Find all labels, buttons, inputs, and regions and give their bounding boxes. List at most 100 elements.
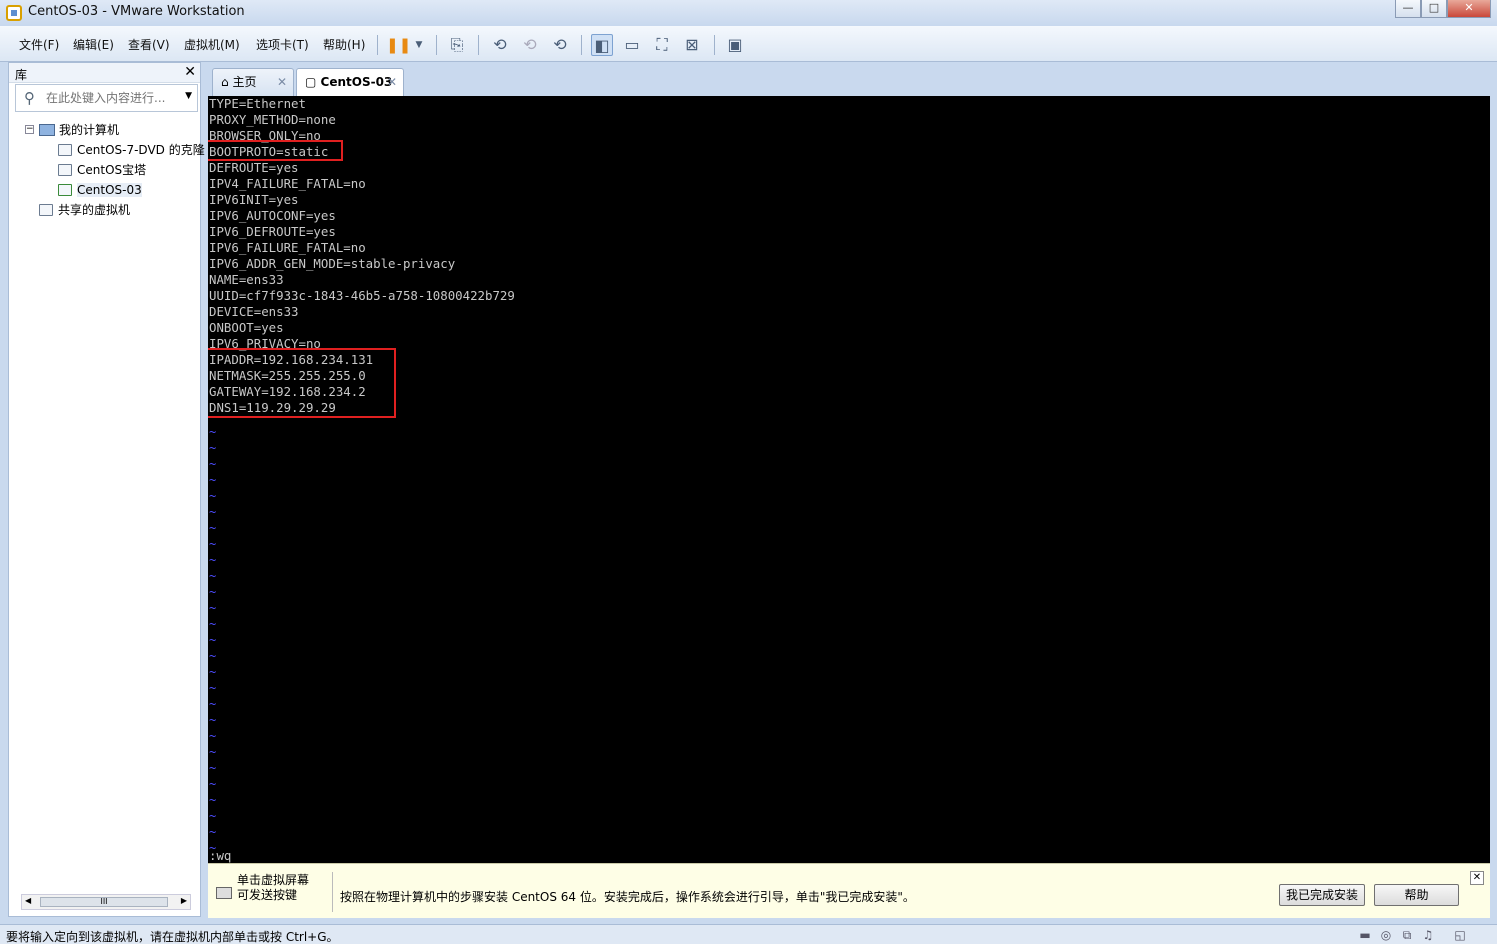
keyboard-icon	[216, 887, 232, 899]
menu-tabs[interactable]: 选项卡(T)	[256, 36, 309, 53]
click-hint-line: 单击虚拟屏幕	[237, 873, 310, 887]
console-line: IPV6_FAILURE_FATAL=no	[209, 240, 366, 255]
message-log-icon[interactable]: ◱	[1452, 928, 1468, 942]
menu-file[interactable]: 文件(F)	[19, 36, 59, 53]
snapshot-take-icon[interactable]: ⟲	[489, 34, 511, 56]
minimize-button[interactable]: —	[1395, 0, 1421, 18]
tree-item-label: CentOS宝塔	[77, 163, 147, 177]
title-bar: CentOS-03 - VMware Workstation — □ ✕	[0, 0, 1497, 26]
search-icon: ⚲	[24, 89, 35, 107]
empty-line-tilde: ~	[209, 441, 217, 455]
tab-label: 主页	[232, 75, 257, 89]
tab-bar: ⌂ 主页 ✕ ▢ CentOS-03 ✕	[208, 62, 1490, 96]
empty-line-tilde: ~	[209, 585, 217, 599]
menu-vm[interactable]: 虚拟机(M)	[184, 36, 240, 53]
maximize-button[interactable]: □	[1421, 0, 1447, 18]
menu-toolbar: 文件(F) 编辑(E) 查看(V) 虚拟机(M) 选项卡(T) 帮助(H) ❚❚…	[0, 26, 1497, 62]
tree-item-shared-vms[interactable]: 共享的虚拟机	[39, 201, 130, 219]
tree-item-label: CentOS-03	[77, 183, 142, 197]
unity-icon[interactable]: ⊠	[681, 34, 703, 56]
snapshot-revert-icon[interactable]: ⟲	[519, 34, 541, 56]
show-thumbnail-bar-icon[interactable]: ▭	[621, 34, 643, 56]
tree-item-vm-selected[interactable]: CentOS-03	[58, 181, 142, 199]
console-line: DEVICE=ens33	[209, 304, 299, 319]
collapse-icon[interactable]: −	[25, 125, 34, 134]
send-ctrl-alt-del-icon[interactable]: ⎘	[446, 34, 468, 56]
cd-dvd-icon[interactable]: ◎	[1378, 928, 1394, 942]
vm-icon	[58, 164, 72, 176]
empty-line-tilde: ~	[209, 601, 217, 615]
library-search[interactable]: ⚲ ▼	[15, 84, 198, 112]
library-panel: 库 ✕ ⚲ ▼ − 我的计算机 CentOS-7-DVD 的克隆 CentOS宝…	[8, 62, 205, 917]
console-line: ONBOOT=yes	[209, 320, 284, 335]
scroll-right-icon[interactable]: ▶	[181, 896, 187, 905]
finish-install-button[interactable]: 我已完成安装	[1279, 884, 1365, 906]
scrollbar-thumb[interactable]: III	[40, 897, 168, 907]
vim-command-line: :wq	[209, 848, 232, 863]
snapshot-manager-icon[interactable]: ⟲	[549, 34, 571, 56]
toolbar-separator	[581, 35, 582, 55]
empty-line-tilde: ~	[209, 553, 217, 567]
toolbar-separator	[478, 35, 479, 55]
network-adapter-icon[interactable]: ⧉	[1399, 928, 1415, 942]
empty-line-tilde: ~	[209, 473, 217, 487]
empty-line-tilde: ~	[209, 777, 217, 791]
toolbar-separator	[436, 35, 437, 55]
scroll-left-icon[interactable]: ◀	[25, 896, 31, 905]
close-icon[interactable]: ✕	[184, 64, 196, 80]
menu-help[interactable]: 帮助(H)	[323, 36, 365, 53]
console-line: IPV6_DEFROUTE=yes	[209, 224, 336, 239]
tab-home[interactable]: ⌂ 主页 ✕	[212, 68, 294, 96]
hard-disk-icon[interactable]: ▬	[1357, 928, 1373, 942]
console-line: IPV4_FAILURE_FATAL=no	[209, 176, 366, 191]
status-bar: 要将输入定向到该虚拟机，请在虚拟机内部单击或按 Ctrl+G。 ▬ ◎ ⧉ ♫ …	[0, 924, 1497, 944]
show-library-icon[interactable]: ◧	[591, 34, 613, 56]
console-line: TYPE=Ethernet	[209, 96, 306, 111]
console-view-icon[interactable]: ▣	[724, 34, 746, 56]
library-title: 库	[15, 68, 28, 82]
empty-line-tilde: ~	[209, 825, 217, 839]
horizontal-scrollbar[interactable]: ◀ III ▶	[21, 894, 191, 910]
console-line: DEFROUTE=yes	[209, 160, 299, 175]
chevron-down-icon[interactable]: ▼	[185, 91, 192, 101]
empty-line-tilde: ~	[209, 729, 217, 743]
chevron-down-icon[interactable]: ▼	[408, 34, 430, 56]
hint-separator	[332, 872, 333, 912]
close-icon[interactable]: ✕	[1470, 871, 1484, 885]
search-input[interactable]	[46, 88, 176, 108]
tree-item-vm[interactable]: CentOS-7-DVD 的克隆	[58, 141, 205, 159]
tree-item-label: 共享的虚拟机	[58, 203, 131, 217]
help-button[interactable]: 帮助	[1374, 884, 1459, 906]
click-hint-line: 可发送按键	[237, 888, 298, 902]
close-window-button[interactable]: ✕	[1447, 0, 1491, 18]
vm-running-icon	[58, 184, 72, 196]
toolbar-separator	[714, 35, 715, 55]
console-line: NAME=ens33	[209, 272, 284, 287]
full-screen-icon[interactable]: ⛶	[651, 34, 673, 56]
close-tab-icon[interactable]: ✕	[277, 69, 287, 95]
menu-view[interactable]: 查看(V)	[128, 36, 170, 53]
highlight-box-bootproto	[208, 140, 343, 161]
empty-line-tilde: ~	[209, 649, 217, 663]
computer-icon	[39, 124, 55, 136]
console-line: IPV6INIT=yes	[209, 192, 299, 207]
vm-console[interactable]: TYPE=Ethernet PROXY_METHOD=none BROWSER_ON…	[208, 96, 1490, 863]
pause-icon[interactable]: ❚❚	[386, 34, 411, 56]
tree-item-my-computer[interactable]: 我的计算机	[39, 121, 119, 139]
window-title: CentOS-03 - VMware Workstation	[28, 4, 245, 19]
empty-line-tilde: ~	[209, 761, 217, 775]
sound-card-icon[interactable]: ♫	[1420, 928, 1436, 942]
tab-label: CentOS-03	[320, 75, 393, 89]
empty-line-tilde: ~	[209, 665, 217, 679]
close-tab-icon[interactable]: ✕	[387, 69, 397, 95]
tree-item-vm[interactable]: CentOS宝塔	[58, 161, 146, 179]
console-line: UUID=cf7f933c-1843-46b5-a758-10800422b72…	[209, 288, 515, 303]
vm-icon	[58, 144, 72, 156]
console-line: IPV6_AUTOCONF=yes	[209, 208, 336, 223]
status-text: 要将输入定向到该虚拟机，请在虚拟机内部单击或按 Ctrl+G。	[6, 930, 339, 944]
menu-edit[interactable]: 编辑(E)	[73, 36, 114, 53]
vm-tab-icon: ▢	[305, 75, 317, 89]
empty-line-tilde: ~	[209, 521, 217, 535]
tree-item-label: 我的计算机	[59, 123, 120, 137]
tab-centos-03[interactable]: ▢ CentOS-03 ✕	[296, 68, 404, 96]
